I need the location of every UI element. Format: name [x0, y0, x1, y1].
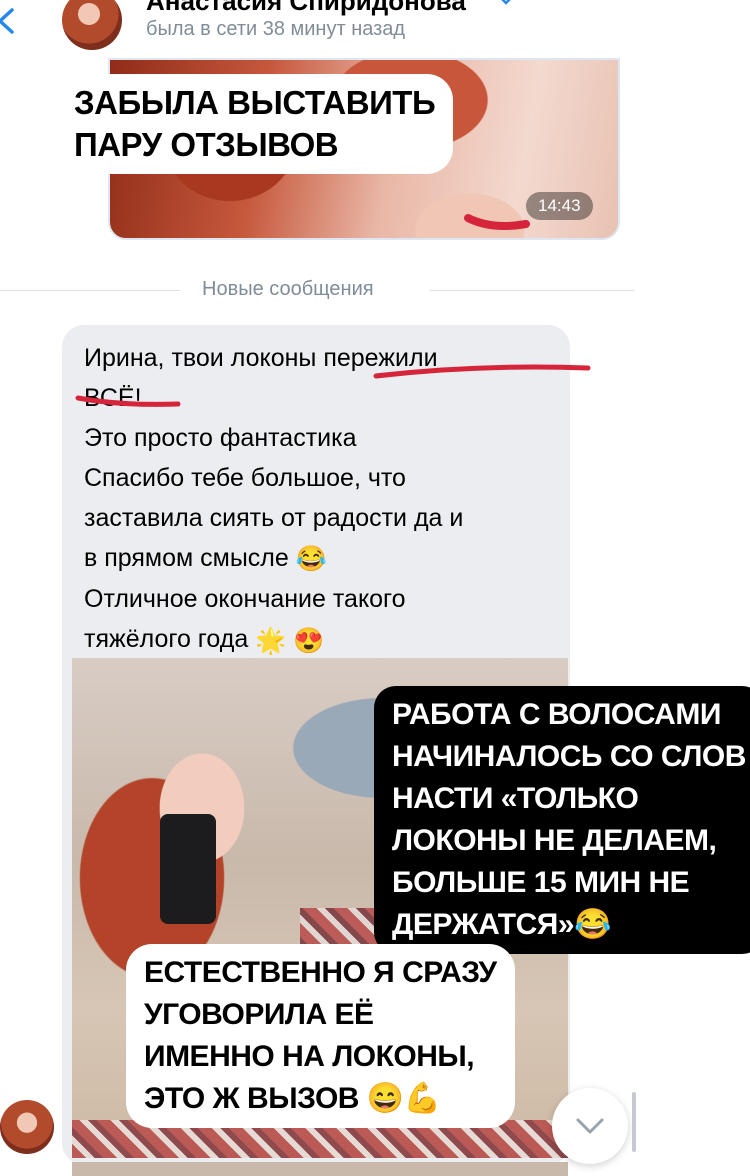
contact-avatar[interactable]	[62, 0, 122, 50]
overlay-line: ПАРУ ОТЗЫВОВ	[74, 126, 339, 163]
sender-avatar[interactable]	[0, 1100, 54, 1154]
red-annotation-stroke	[373, 364, 591, 379]
story-text-overlay: РАБОТА С ВОЛОСАМИ НАЧИНАЛОСЬ СО СЛОВ НАС…	[374, 686, 750, 954]
overlay-line: ЭТО Ж ВЫЗОВ	[144, 1082, 359, 1115]
new-messages-divider: Новые сообщения	[202, 278, 374, 300]
tears-of-joy-emoji-icon: 😂	[295, 545, 327, 574]
heart-eyes-emoji-icon: 😍	[293, 626, 325, 655]
message-line: в прямом смысле	[84, 544, 289, 572]
message-time: 14:43	[526, 192, 593, 220]
overlay-line: ИМЕННО НА ЛОКОНЫ,	[144, 1040, 475, 1073]
message-line-with-emoji: тяжёлого года 🌟 😍	[84, 619, 463, 660]
scroll-to-bottom-button[interactable]	[552, 1088, 628, 1164]
chevron-down-icon[interactable]	[498, 0, 514, 6]
message-line: заставила сиять от радости да и	[84, 504, 464, 532]
tears-of-joy-emoji-icon: 😂	[574, 908, 611, 941]
overlay-line-with-emoji: ЭТО Ж ВЫЗОВ 😄💪	[144, 1078, 497, 1120]
scrollbar[interactable]	[632, 1092, 636, 1152]
contact-name[interactable]: Анастасия Спиридонова	[146, 0, 466, 17]
story-text-overlay: ЕСТЕСТВЕННО Я СРАЗУ УГОВОРИЛА ЕЁ ИМЕННО …	[126, 944, 515, 1128]
overlay-line: УГОВОРИЛА ЕЁ	[144, 998, 374, 1031]
divider-line-left	[0, 290, 180, 291]
overlay-line: ДЕРЖАТСЯ»	[392, 908, 575, 941]
overlay-line: НАЧИНАЛОСЬ СО СЛОВ	[392, 740, 746, 773]
last-seen-status: была в сети 38 минут назад	[146, 18, 406, 40]
overlay-line-with-emoji: ДЕРЖАТСЯ»😂	[392, 904, 746, 946]
overlay-line: ЕСТЕСТВЕННО Я СРАЗУ	[144, 956, 497, 989]
red-annotation-stroke	[464, 214, 530, 230]
divider-line-right	[430, 290, 634, 291]
chevron-down-icon	[576, 1118, 604, 1134]
grin-flex-emoji-icon: 😄💪	[366, 1082, 441, 1115]
overlay-line: ЗАБЫЛА ВЫСТАВИТЬ	[74, 84, 436, 121]
message-line: тяжёлого года	[84, 625, 249, 654]
message-text: Ирина, твои локоны пережили ВСЁ! Это про…	[84, 338, 463, 661]
overlay-line: РАБОТА С ВОЛОСАМИ	[392, 698, 721, 731]
next-attachment-edge	[72, 1162, 568, 1176]
message-line: Отличное окончание такого	[84, 585, 406, 614]
red-annotation-stroke	[75, 395, 181, 407]
overlay-line: БОЛЬШЕ 15 МИН НЕ	[392, 866, 690, 899]
story-text-overlay: ЗАБЫЛА ВЫСТАВИТЬ ПАРУ ОТЗЫВОВ	[56, 74, 454, 174]
back-chevron-icon[interactable]	[0, 6, 18, 36]
star-emoji-icon: 🌟	[255, 626, 287, 655]
phone-in-photo	[160, 814, 216, 924]
message-line: Это просто фантастика	[84, 424, 357, 452]
overlay-line: ЛОКОНЫ НЕ ДЕЛАЕМ,	[392, 824, 717, 857]
message-line-with-emoji: в прямом смысле 😂	[84, 538, 463, 579]
chat-header: Анастасия Спиридонова была в сети 38 мин…	[0, 0, 750, 56]
message-line: Спасибо тебе большое, что	[84, 464, 406, 492]
overlay-line: НАСТИ «ТОЛЬКО	[392, 782, 639, 815]
